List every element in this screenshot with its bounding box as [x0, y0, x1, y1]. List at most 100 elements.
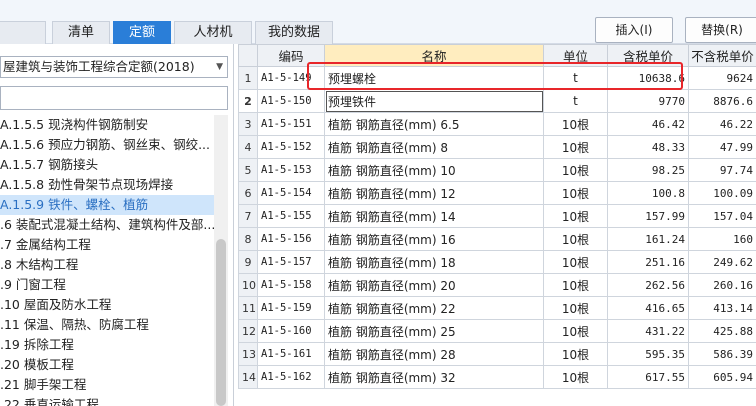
- tree-item[interactable]: .22 垂直运输工程: [0, 395, 214, 406]
- cell-tax-price[interactable]: 100.8: [607, 181, 689, 205]
- table-row[interactable]: 4 A1-5-152 植筋 钢筋直径(mm) 8 10根 48.33 47.99: [238, 135, 756, 159]
- table-row[interactable]: 13 A1-5-161 植筋 钢筋直径(mm) 28 10根 595.35 586.39: [238, 342, 756, 366]
- table-row[interactable]: 6 A1-5-154 植筋 钢筋直径(mm) 12 10根 100.8 100.09: [238, 181, 756, 205]
- cell-name[interactable]: 植筋 钢筋直径(mm) 32: [324, 365, 544, 389]
- cell-code[interactable]: A1-5-154: [257, 181, 325, 205]
- cell-code[interactable]: A1-5-159: [257, 296, 325, 320]
- row-number[interactable]: 6: [238, 181, 258, 205]
- cell-code[interactable]: A1-5-158: [257, 273, 325, 297]
- table-row[interactable]: 3 A1-5-151 植筋 钢筋直径(mm) 6.5 10根 46.42 46.22: [238, 112, 756, 136]
- cell-notax-price[interactable]: 47.99: [688, 135, 756, 159]
- row-number[interactable]: 11: [238, 296, 258, 320]
- tree-item[interactable]: .10 屋面及防水工程: [0, 295, 214, 315]
- cell-notax-price[interactable]: 9624: [688, 66, 756, 90]
- cell-name[interactable]: 植筋 钢筋直径(mm) 6.5: [324, 112, 544, 136]
- cell-notax-price[interactable]: 46.22: [688, 112, 756, 136]
- table-row[interactable]: 10 A1-5-158 植筋 钢筋直径(mm) 20 10根 262.56 260.16: [238, 273, 756, 297]
- cell-unit[interactable]: 10根: [543, 342, 608, 366]
- cell-code[interactable]: A1-5-156: [257, 227, 325, 251]
- cell-tax-price[interactable]: 10638.6: [607, 66, 689, 90]
- cell-tax-price[interactable]: 161.24: [607, 227, 689, 251]
- tree-item[interactable]: .9 门窗工程: [0, 275, 214, 295]
- row-number[interactable]: 10: [238, 273, 258, 297]
- cell-notax-price[interactable]: 157.04: [688, 204, 756, 228]
- row-number[interactable]: 7: [238, 204, 258, 228]
- cell-notax-price[interactable]: 97.74: [688, 158, 756, 182]
- cell-code[interactable]: A1-5-157: [257, 250, 325, 274]
- cell-code[interactable]: A1-5-151: [257, 112, 325, 136]
- cell-unit[interactable]: 10根: [543, 181, 608, 205]
- table-row[interactable]: 11 A1-5-159 植筋 钢筋直径(mm) 22 10根 416.65 413.14: [238, 296, 756, 320]
- table-row[interactable]: 2 A1-5-150 预埋铁件 t 9770 8876.6: [238, 89, 756, 113]
- row-number[interactable]: 12: [238, 319, 258, 343]
- cell-code[interactable]: A1-5-149: [257, 66, 325, 90]
- cell-unit[interactable]: 10根: [543, 135, 608, 159]
- cell-code[interactable]: A1-5-153: [257, 158, 325, 182]
- table-row[interactable]: 12 A1-5-160 植筋 钢筋直径(mm) 25 10根 431.22 425.88: [238, 319, 756, 343]
- tree-item[interactable]: .20 模板工程: [0, 355, 214, 375]
- cell-unit[interactable]: 10根: [543, 296, 608, 320]
- table-row[interactable]: 1 A1-5-149 预埋螺栓 t 10638.6 9624: [238, 66, 756, 90]
- cell-name[interactable]: 植筋 钢筋直径(mm) 8: [324, 135, 544, 159]
- table-row[interactable]: 8 A1-5-156 植筋 钢筋直径(mm) 16 10根 161.24 160: [238, 227, 756, 251]
- cell-code[interactable]: A1-5-155: [257, 204, 325, 228]
- cell-name[interactable]: 预埋螺栓: [324, 66, 544, 90]
- tab-my-data[interactable]: 我的数据: [255, 21, 333, 44]
- row-number[interactable]: 5: [238, 158, 258, 182]
- cell-tax-price[interactable]: 595.35: [607, 342, 689, 366]
- cell-name[interactable]: 植筋 钢筋直径(mm) 20: [324, 273, 544, 297]
- replace-button[interactable]: 替换(R): [685, 17, 756, 43]
- cell-notax-price[interactable]: 586.39: [688, 342, 756, 366]
- cell-unit[interactable]: 10根: [543, 365, 608, 389]
- cell-notax-price[interactable]: 260.16: [688, 273, 756, 297]
- tree-item[interactable]: .21 脚手架工程: [0, 375, 214, 395]
- cell-unit[interactable]: 10根: [543, 319, 608, 343]
- cell-notax-price[interactable]: 249.62: [688, 250, 756, 274]
- col-header-name[interactable]: 名称: [324, 44, 544, 67]
- cell-tax-price[interactable]: 416.65: [607, 296, 689, 320]
- cell-notax-price[interactable]: 605.94: [688, 365, 756, 389]
- cell-tax-price[interactable]: 617.55: [607, 365, 689, 389]
- cell-name[interactable]: 植筋 钢筋直径(mm) 16: [324, 227, 544, 251]
- cell-tax-price[interactable]: 46.42: [607, 112, 689, 136]
- tree-item[interactable]: .11 保温、隔热、防腐工程: [0, 315, 214, 335]
- cell-name[interactable]: 植筋 钢筋直径(mm) 28: [324, 342, 544, 366]
- cell-tax-price[interactable]: 98.25: [607, 158, 689, 182]
- tree-scrollbar[interactable]: [214, 115, 228, 406]
- insert-button[interactable]: 插入(I): [595, 17, 673, 43]
- cell-name[interactable]: 植筋 钢筋直径(mm) 25: [324, 319, 544, 343]
- cell-code[interactable]: A1-5-150: [257, 89, 325, 113]
- row-number[interactable]: 13: [238, 342, 258, 366]
- cell-tax-price[interactable]: 9770: [607, 89, 689, 113]
- cell-unit[interactable]: 10根: [543, 273, 608, 297]
- col-header-notax-price[interactable]: 不含税单价: [688, 44, 756, 67]
- tree-item[interactable]: .6 装配式混凝土结构、建筑构件及部...: [0, 215, 214, 235]
- cell-tax-price[interactable]: 48.33: [607, 135, 689, 159]
- chevron-down-icon[interactable]: ▼: [216, 57, 223, 77]
- table-row[interactable]: 5 A1-5-153 植筋 钢筋直径(mm) 10 10根 98.25 97.74: [238, 158, 756, 182]
- search-input[interactable]: [0, 86, 228, 110]
- tree-item[interactable]: A.1.5.8 劲性骨架节点现场焊接: [0, 175, 214, 195]
- cell-name[interactable]: 植筋 钢筋直径(mm) 22: [324, 296, 544, 320]
- cell-notax-price[interactable]: 100.09: [688, 181, 756, 205]
- cell-tax-price[interactable]: 431.22: [607, 319, 689, 343]
- cell-name[interactable]: 植筋 钢筋直径(mm) 12: [324, 181, 544, 205]
- tab-quota[interactable]: 定额: [113, 21, 171, 44]
- cell-code[interactable]: A1-5-162: [257, 365, 325, 389]
- cell-tax-price[interactable]: 157.99: [607, 204, 689, 228]
- tab-labor-material-machine[interactable]: 人材机: [174, 21, 252, 44]
- table-row[interactable]: 7 A1-5-155 植筋 钢筋直径(mm) 14 10根 157.99 157.04: [238, 204, 756, 228]
- cell-name[interactable]: 植筋 钢筋直径(mm) 18: [324, 250, 544, 274]
- tree-item[interactable]: .8 木结构工程: [0, 255, 214, 275]
- col-header-code[interactable]: 编码: [257, 44, 325, 67]
- cell-notax-price[interactable]: 425.88: [688, 319, 756, 343]
- row-number[interactable]: 1: [238, 66, 258, 90]
- cell-unit[interactable]: 10根: [543, 112, 608, 136]
- cell-name[interactable]: 预埋铁件: [324, 89, 544, 113]
- tree-item[interactable]: A.1.5.7 钢筋接头: [0, 155, 214, 175]
- row-number[interactable]: 2: [238, 89, 258, 113]
- cell-notax-price[interactable]: 160: [688, 227, 756, 251]
- cell-unit[interactable]: 10根: [543, 158, 608, 182]
- tree-item[interactable]: .19 拆除工程: [0, 335, 214, 355]
- cell-unit[interactable]: t: [543, 89, 608, 113]
